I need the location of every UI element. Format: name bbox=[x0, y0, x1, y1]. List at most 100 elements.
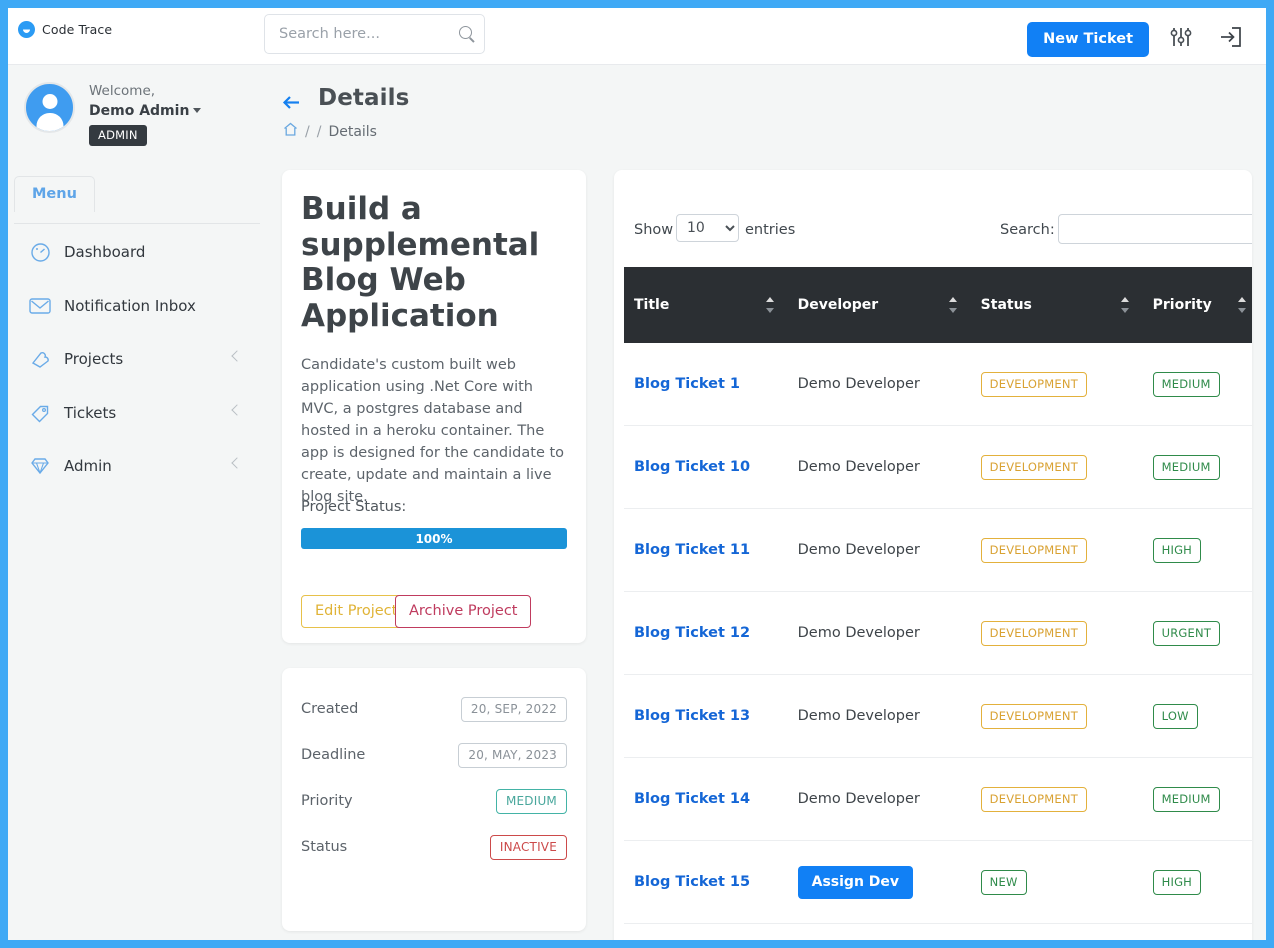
cell-priority: LOW bbox=[1142, 674, 1252, 758]
meta-value: 20, SEP, 2022 bbox=[460, 696, 567, 722]
table-row: Blog Ticket 13 Demo Developer DEVELOPMENT L… bbox=[624, 674, 1252, 758]
column-header-status[interactable]: Status bbox=[970, 267, 1143, 343]
diamond-icon bbox=[26, 456, 54, 476]
breadcrumb: / / Details bbox=[283, 122, 377, 141]
username-menu[interactable]: Demo Admin bbox=[89, 102, 202, 119]
column-header-title[interactable]: Title bbox=[624, 267, 788, 343]
cell-priority: HIGH bbox=[1142, 508, 1252, 592]
cell-title: Blog Ticket 16 bbox=[624, 923, 788, 940]
table-row: Blog Ticket 12 Demo Developer DEVELOPMENT U… bbox=[624, 591, 1252, 675]
meta-row: Priority MEDIUM bbox=[301, 778, 567, 824]
table-search-label: Search: bbox=[1000, 222, 1055, 238]
project-progress: 100% bbox=[301, 528, 567, 549]
search-input[interactable] bbox=[265, 15, 455, 53]
new-ticket-button[interactable]: New Ticket bbox=[1027, 22, 1149, 57]
sort-icon[interactable] bbox=[1120, 297, 1129, 313]
ticket-link[interactable]: Blog Ticket 14 bbox=[634, 791, 750, 807]
user-profile[interactable]: Welcome, Demo Admin ADMIN bbox=[24, 82, 202, 146]
cell-title: Blog Ticket 15 bbox=[624, 840, 788, 924]
sidebar-item-tickets[interactable]: Tickets bbox=[8, 392, 266, 434]
sidebar-item-admin[interactable]: Admin bbox=[8, 445, 266, 487]
sidebar-item-label: Notification Inbox bbox=[64, 297, 196, 315]
meta-row: Status INACTIVE bbox=[301, 824, 567, 870]
username-label: Demo Admin bbox=[89, 102, 190, 119]
sliders-icon[interactable] bbox=[1168, 25, 1194, 49]
brand-logo[interactable]: Code Trace bbox=[18, 21, 112, 38]
sidebar-item-notification-inbox[interactable]: Notification Inbox bbox=[8, 285, 266, 327]
cell-status: DEVELOPMENT bbox=[970, 591, 1143, 675]
sidebar-item-dashboard[interactable]: Dashboard bbox=[8, 231, 266, 273]
cell-priority: HIGH bbox=[1142, 840, 1252, 924]
cell-developer: Demo Developer bbox=[787, 757, 971, 841]
cell-title: Blog Ticket 13 bbox=[624, 674, 788, 758]
ticket-link[interactable]: Blog Ticket 1 bbox=[634, 376, 740, 392]
home-icon[interactable] bbox=[283, 122, 298, 141]
table-search-input[interactable] bbox=[1058, 214, 1252, 244]
cell-title: Blog Ticket 14 bbox=[624, 757, 788, 841]
meta-row: Created 20, SEP, 2022 bbox=[301, 686, 567, 732]
logout-icon[interactable] bbox=[1218, 25, 1244, 49]
project-status-label: Project Status: bbox=[301, 499, 407, 515]
main-content: Details / / Details Build a supplemental… bbox=[266, 65, 1266, 940]
cell-priority: MEDIUM bbox=[1142, 757, 1252, 841]
cell-developer: Demo Developer bbox=[787, 674, 971, 758]
meta-value: INACTIVE bbox=[489, 834, 567, 860]
cell-developer: Demo Developer bbox=[787, 508, 971, 592]
search-icon[interactable] bbox=[459, 26, 472, 39]
cell-developer: Demo Developer bbox=[787, 591, 971, 675]
breadcrumb-current: Details bbox=[328, 123, 377, 140]
project-description: Candidate's custom built web application… bbox=[301, 357, 565, 506]
sidebar-item-label: Dashboard bbox=[64, 243, 146, 261]
cell-priority: MEDIUM bbox=[1142, 425, 1252, 509]
column-header-developer[interactable]: Developer bbox=[787, 267, 971, 343]
table-header-row: Title Developer Status Priority bbox=[624, 267, 1252, 343]
ticket-link[interactable]: Blog Ticket 15 bbox=[634, 874, 750, 890]
global-search[interactable] bbox=[264, 14, 485, 54]
priority-badge: LOW bbox=[1152, 703, 1198, 729]
tickets-table-card: Show 102550100 entries Search: Title bbox=[614, 170, 1252, 940]
show-label: Show bbox=[634, 222, 674, 238]
table-row: Blog Ticket 14 Demo Developer DEVELOPMENT M… bbox=[624, 757, 1252, 841]
tab-menu[interactable]: Menu bbox=[14, 176, 95, 212]
cell-status: DEVELOPMENT bbox=[970, 425, 1143, 509]
sort-icon[interactable] bbox=[948, 297, 957, 313]
puzzle-icon bbox=[26, 349, 54, 369]
cell-status: DEVELOPMENT bbox=[970, 508, 1143, 592]
cell-status: DEVELOPMENT bbox=[970, 343, 1143, 426]
breadcrumb-separator: / bbox=[316, 123, 322, 140]
status-badge: DEVELOPMENT bbox=[980, 786, 1087, 812]
cell-developer: Demo Developer bbox=[787, 425, 971, 509]
ticket-link[interactable]: Blog Ticket 12 bbox=[634, 625, 750, 641]
status-badge: DEVELOPMENT bbox=[980, 537, 1087, 563]
sort-icon[interactable] bbox=[1238, 297, 1247, 313]
back-arrow-icon[interactable] bbox=[282, 94, 302, 111]
priority-badge: HIGH bbox=[1152, 869, 1202, 895]
sort-icon[interactable] bbox=[765, 297, 774, 313]
cell-title: Blog Ticket 10 bbox=[624, 425, 788, 509]
ticket-link[interactable]: Blog Ticket 13 bbox=[634, 708, 750, 724]
archive-project-button[interactable]: Archive Project bbox=[395, 595, 532, 628]
column-header-priority[interactable]: Priority bbox=[1142, 267, 1252, 343]
table-body: Blog Ticket 1 Demo Developer DEVELOPMENT ME… bbox=[624, 343, 1252, 940]
tickets-table: Title Developer Status Priority Blog Tic… bbox=[624, 267, 1252, 940]
cell-title: Blog Ticket 11 bbox=[624, 508, 788, 592]
developer-name: Demo Developer bbox=[797, 791, 920, 807]
ticket-link[interactable]: Blog Ticket 10 bbox=[634, 459, 750, 475]
table-row: Blog Ticket 16Assign DevNEWURGENT11-22-2… bbox=[624, 923, 1252, 940]
developer-name: Demo Developer bbox=[797, 708, 920, 724]
cell-developer: Assign Dev bbox=[787, 923, 971, 940]
meta-key: Status bbox=[301, 839, 348, 855]
entries-length-select[interactable]: 102550100 bbox=[676, 214, 739, 242]
sidebar-item-projects[interactable]: Projects bbox=[8, 338, 266, 380]
meta-value: MEDIUM bbox=[495, 788, 567, 814]
cell-title: Blog Ticket 12 bbox=[624, 591, 788, 675]
app-frame: Code Trace New Ticket bbox=[8, 8, 1266, 940]
project-meta-card: Created 20, SEP, 2022 Deadline 20, MAY, … bbox=[282, 668, 586, 931]
status-badge: DEVELOPMENT bbox=[980, 371, 1087, 397]
ticket-link[interactable]: Blog Ticket 11 bbox=[634, 542, 750, 558]
assign-dev-button[interactable]: Assign Dev bbox=[797, 865, 914, 899]
welcome-text: Welcome, bbox=[89, 83, 156, 99]
brand-name: Code Trace bbox=[42, 22, 113, 37]
compass-icon bbox=[18, 21, 35, 38]
priority-badge: MEDIUM bbox=[1152, 786, 1220, 812]
